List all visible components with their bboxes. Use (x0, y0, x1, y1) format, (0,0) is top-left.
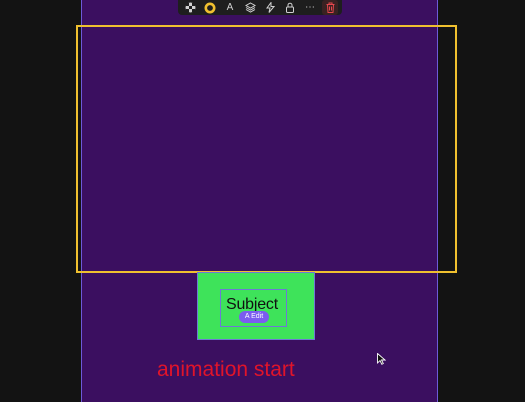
edit-button[interactable]: A Edit (239, 311, 269, 323)
checkerboard-icon[interactable] (182, 0, 198, 15)
layers-icon[interactable] (242, 0, 258, 15)
selection-box[interactable] (76, 25, 457, 273)
text-icon[interactable]: A (222, 0, 238, 15)
trash-icon[interactable] (322, 0, 338, 15)
mouse-cursor-icon (377, 352, 387, 370)
more-icon[interactable]: ⋯ (302, 0, 318, 15)
floating-toolbar: A ⋯ (178, 0, 342, 15)
subject-text-box[interactable]: Subject A Edit (220, 289, 287, 327)
lock-icon[interactable] (282, 0, 298, 15)
ring-icon[interactable] (202, 0, 218, 15)
lightning-icon[interactable] (262, 0, 278, 15)
subject-frame[interactable]: Subject A Edit (197, 272, 315, 340)
animation-start-label: animation start (157, 358, 295, 381)
